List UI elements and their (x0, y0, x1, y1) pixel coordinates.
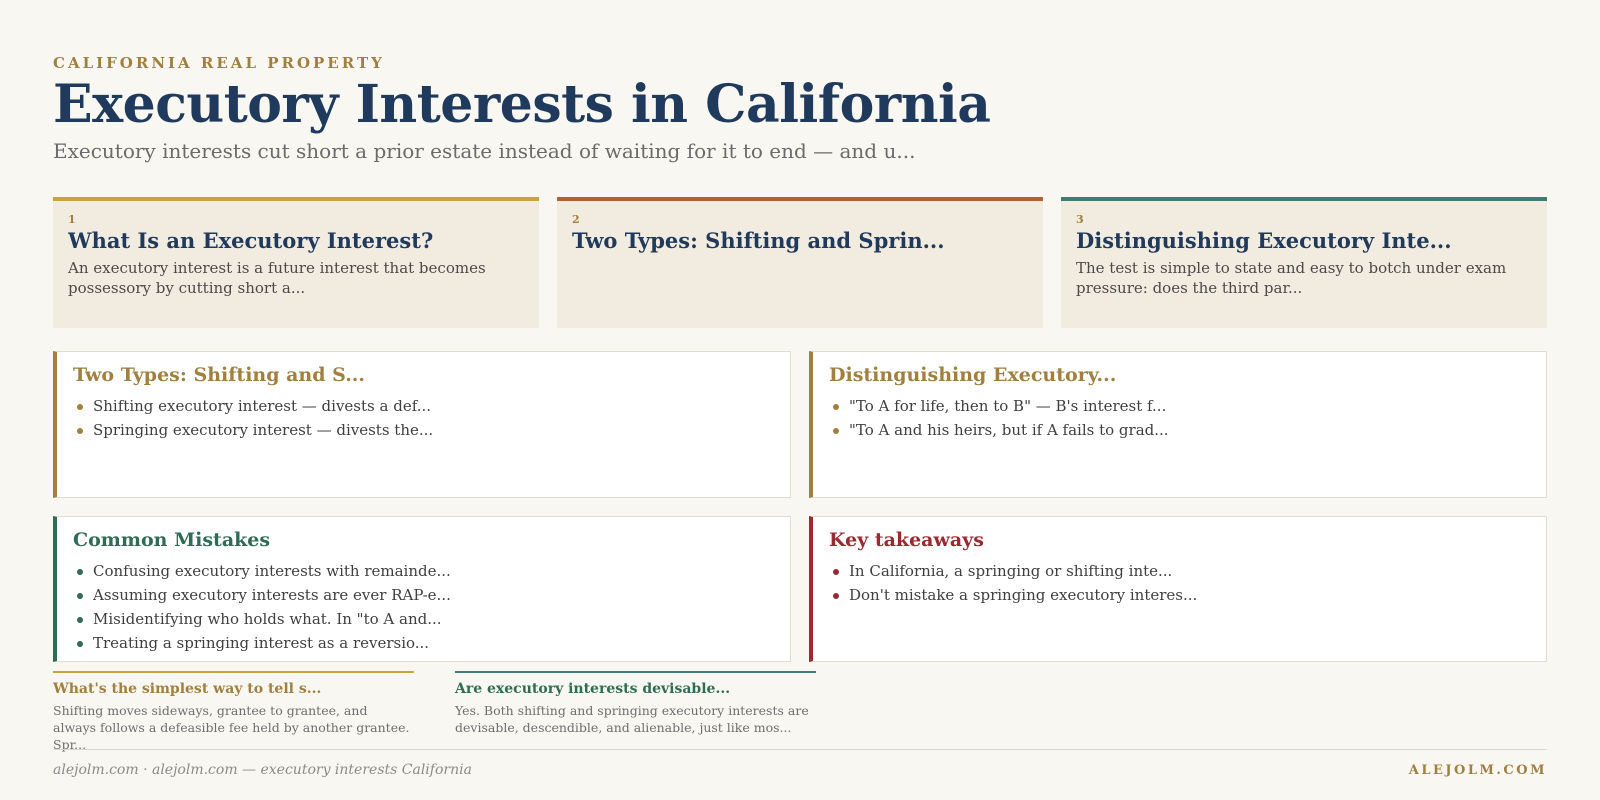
bullet-dot-icon (77, 569, 83, 575)
bullet-list: Confusing executory interests with remai… (73, 559, 774, 655)
list-item: Don't mistake a springing executory inte… (829, 583, 1530, 607)
bullet-dot-icon (833, 404, 839, 410)
panel-title: Key takeaways (829, 529, 984, 551)
list-item: Springing executory interest — divests t… (73, 418, 774, 442)
list-item-text: In California, a springing or shifting i… (849, 562, 1173, 580)
footer-divider (53, 749, 1547, 750)
list-item-text: Confusing executory interests with remai… (93, 562, 451, 580)
list-item: In California, a springing or shifting i… (829, 559, 1530, 583)
list-item-text: Don't mistake a springing executory inte… (849, 586, 1198, 604)
panel-common-mistakes: Common Mistakes Confusing executory inte… (53, 516, 791, 662)
list-item-text: Springing executory interest — divests t… (93, 421, 434, 439)
panel-key-takeaways: Key takeaways In California, a springing… (809, 516, 1547, 662)
panel-title: Common Mistakes (73, 529, 271, 551)
faq-question: What's the simplest way to tell s... (53, 681, 322, 697)
list-item: "To A for life, then to B" — B's interes… (829, 394, 1530, 418)
card-title: What Is an Executory Interest? (68, 228, 434, 253)
list-item: Shifting executory interest — divests a … (73, 394, 774, 418)
list-item: Misidentifying who holds what. In "to A … (73, 607, 774, 631)
list-item-text: "To A for life, then to B" — B's interes… (849, 397, 1167, 415)
faq-item-2: Are executory interests devisable... Yes… (455, 671, 816, 736)
card-title: Two Types: Shifting and Sprin... (572, 228, 945, 253)
card-number: 3 (1076, 213, 1084, 226)
card-number: 1 (68, 213, 76, 226)
page-title: Executory Interests in California (53, 74, 991, 135)
list-item-text: Assuming executory interests are ever RA… (93, 586, 451, 604)
bullet-dot-icon (833, 569, 839, 575)
bullet-list: "To A for life, then to B" — B's interes… (829, 394, 1530, 442)
bullet-dot-icon (833, 428, 839, 434)
summary-card-1: 1 What Is an Executory Interest? An exec… (53, 197, 539, 328)
faq-answer: Shifting moves sideways, grantee to gran… (53, 703, 410, 752)
bullet-dot-icon (77, 617, 83, 623)
panel-title: Two Types: Shifting and S... (73, 364, 366, 386)
list-item-text: "To A and his heirs, but if A fails to g… (849, 421, 1169, 439)
card-body: An executory interest is a future intere… (68, 259, 486, 297)
bullet-dot-icon (77, 641, 83, 647)
bullet-dot-icon (77, 593, 83, 599)
faq-answer: Yes. Both shifting and springing executo… (455, 703, 809, 735)
footer-source: alejolm.com · alejolm.com — executory in… (53, 762, 472, 778)
page-subtitle: Executory interests cut short a prior es… (53, 139, 916, 163)
bullet-dot-icon (77, 404, 83, 410)
bullet-dot-icon (833, 593, 839, 599)
panel-distinguishing: Distinguishing Executory... "To A for li… (809, 351, 1547, 498)
panel-two-types: Two Types: Shifting and S... Shifting ex… (53, 351, 791, 498)
list-item: Treating a springing interest as a rever… (73, 631, 774, 655)
card-number: 2 (572, 213, 580, 226)
footer-brand: ALEJOLM.COM (1408, 763, 1547, 778)
summary-card-2: 2 Two Types: Shifting and Sprin... (557, 197, 1043, 328)
panel-title: Distinguishing Executory... (829, 364, 1117, 386)
list-item: Assuming executory interests are ever RA… (73, 583, 774, 607)
card-title: Distinguishing Executory Inte... (1076, 228, 1452, 253)
list-item-text: Misidentifying who holds what. In "to A … (93, 610, 442, 628)
card-body: The test is simple to state and easy to … (1076, 259, 1507, 297)
bullet-list: In California, a springing or shifting i… (829, 559, 1530, 607)
summary-cards: 1 What Is an Executory Interest? An exec… (53, 197, 1547, 328)
list-item-text: Treating a springing interest as a rever… (93, 634, 430, 652)
summary-card-3: 3 Distinguishing Executory Inte... The t… (1061, 197, 1547, 328)
faq-question: Are executory interests devisable... (455, 681, 731, 697)
list-item-text: Shifting executory interest — divests a … (93, 397, 432, 415)
page: CALIFORNIA REAL PROPERTY Executory Inter… (53, 0, 1547, 800)
list-item: "To A and his heirs, but if A fails to g… (829, 418, 1530, 442)
bullet-dot-icon (77, 428, 83, 434)
list-item: Confusing executory interests with remai… (73, 559, 774, 583)
eyebrow-label: CALIFORNIA REAL PROPERTY (53, 54, 385, 72)
faq-item-1: What's the simplest way to tell s... Shi… (53, 671, 414, 753)
bullet-list: Shifting executory interest — divests a … (73, 394, 774, 442)
